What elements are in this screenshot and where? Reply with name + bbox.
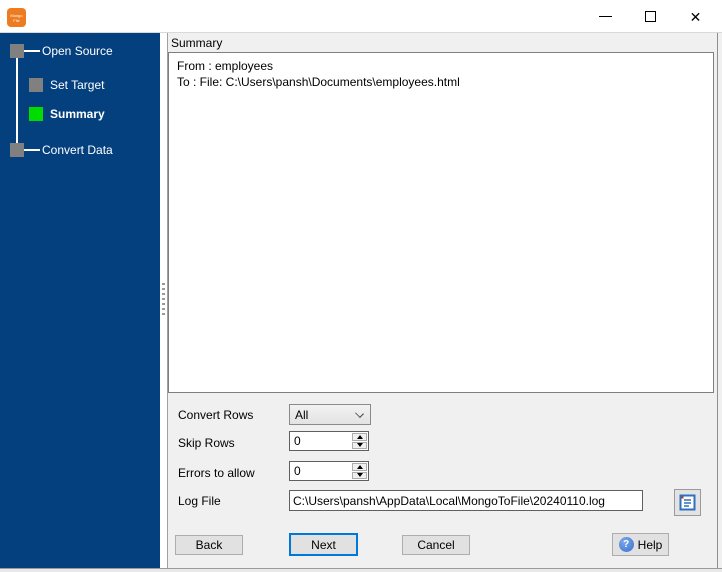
log-file-label: Log File [178,494,221,508]
next-button[interactable]: Next [289,533,358,556]
window-controls: ✕ [583,0,718,33]
errors-up-button[interactable] [352,463,367,471]
step-marker-open-source [10,44,24,58]
skip-rows-value: 0 [294,434,301,448]
help-icon: ? [618,537,634,552]
skip-rows-spin-buttons [352,433,367,449]
skip-rows-down-button[interactable] [352,441,367,449]
browse-log-file-button[interactable] [674,489,701,516]
wizard-sidebar: Open Source Set Target Summary Convert D… [0,33,160,568]
step-label-set-target: Set Target [50,78,105,92]
maximize-button[interactable] [628,0,673,33]
wizard-connector-line [16,58,18,151]
skip-rows-up-button[interactable] [352,433,367,441]
cancel-button[interactable]: Cancel [402,535,470,555]
splitter-grip-icon [162,283,165,315]
convert-rows-label: Convert Rows [178,408,254,422]
skip-rows-spinner[interactable]: 0 [289,431,369,451]
summary-line-to: To : File: C:\Users\pansh\Documents\empl… [177,75,460,89]
step-connector [24,149,40,151]
arrow-up-icon [356,464,363,469]
arrow-down-icon [356,443,363,448]
next-button-label: Next [311,537,336,552]
close-button[interactable]: ✕ [673,0,718,33]
step-label-summary: Summary [50,107,105,121]
step-connector [24,50,40,52]
skip-rows-label: Skip Rows [178,436,235,450]
window-border-right [717,33,722,572]
step-marker-summary [29,107,43,121]
convert-rows-value: All [295,407,309,422]
chevron-down-icon [355,409,364,418]
arrow-down-icon [356,473,363,478]
errors-spin-buttons [352,463,367,479]
errors-down-button[interactable] [352,471,367,479]
minimize-icon [599,16,612,17]
summary-text-box[interactable]: From : employees To : File: C:\Users\pan… [168,52,714,393]
main-panel: Summary From : employees To : File: C:\U… [167,33,717,568]
step-marker-convert-data [10,143,24,157]
title-bar: Mongo File ✕ [0,0,722,33]
log-file-input[interactable] [289,490,643,511]
maximize-icon [645,11,656,22]
back-button-label: Back [195,538,223,552]
cancel-button-label: Cancel [417,538,455,552]
step-marker-set-target [29,78,43,92]
summary-caption: Summary [171,36,223,50]
help-button-label: Help [637,537,663,552]
step-label-open-source: Open Source [42,44,113,58]
back-button[interactable]: Back [175,535,243,555]
splitter[interactable] [160,33,167,568]
errors-to-allow-spinner[interactable]: 0 [289,461,369,481]
app-icon-text2: File [13,17,20,23]
app-icon: Mongo File [7,8,26,27]
log-file-icon [679,494,696,511]
step-label-convert-data: Convert Data [42,143,113,157]
app-window: Mongo File ✕ Open Source Set Target Summ… [0,0,722,572]
convert-rows-select[interactable]: All [289,404,371,425]
help-button[interactable]: ? Help [612,533,669,556]
summary-line-from: From : employees [177,59,274,73]
errors-to-allow-label: Errors to allow [178,466,255,480]
close-icon: ✕ [689,8,702,25]
window-border-bottom [0,568,722,572]
arrow-up-icon [356,434,363,439]
minimize-button[interactable] [583,0,628,33]
errors-to-allow-value: 0 [294,464,301,478]
